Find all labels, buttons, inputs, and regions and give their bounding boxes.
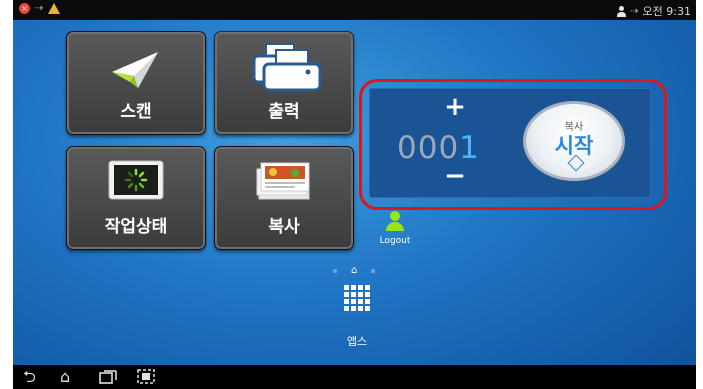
user-icon <box>386 211 404 231</box>
document-stack-icon <box>256 162 310 200</box>
job-status-label: 작업상태 <box>104 217 168 237</box>
printer-icon <box>252 43 322 92</box>
copy-count[interactable]: 0001 <box>397 130 480 166</box>
navigation-bar: ⮌ ⌂ <box>13 365 696 389</box>
print-label: 출력 <box>268 102 300 122</box>
home-icon[interactable]: ⌂ <box>60 369 70 385</box>
copy-panel: + − 0001 복사 시작 <box>369 88 651 198</box>
logout-label: Logout <box>379 236 411 246</box>
apps-label[interactable]: 앱스 <box>339 333 375 349</box>
job-status-tile[interactable]: 작업상태 <box>66 146 206 250</box>
usb-icon: ⇢ <box>35 3 44 14</box>
page-indicator: ⌂ <box>333 266 376 276</box>
apps-grid-icon[interactable] <box>344 285 370 311</box>
scan-label: 스캔 <box>120 102 152 122</box>
copy-tile[interactable]: 복사 <box>214 146 354 250</box>
status-clock: 오전 9:31 <box>642 5 691 18</box>
page-dot[interactable] <box>371 269 376 273</box>
logout-button[interactable]: Logout <box>375 211 415 246</box>
copy-label: 복사 <box>268 217 300 237</box>
plus-button[interactable]: + <box>440 92 470 122</box>
tablet-screen: × ⇢ ⇢ 오전 9:31 스캔 출력 작업상태 복사 + − 0001 복사 … <box>13 0 696 389</box>
count-leading: 000 <box>397 130 460 166</box>
monitor-loading-icon <box>108 160 164 200</box>
count-last: 1 <box>459 130 480 166</box>
back-icon[interactable]: ⮌ <box>23 369 36 385</box>
status-right: ⇢ 오전 9:31 <box>617 3 691 19</box>
status-bar: × ⇢ ⇢ 오전 9:31 <box>13 0 696 20</box>
recent-apps-icon[interactable] <box>99 370 117 387</box>
status-left: × ⇢ <box>19 3 61 14</box>
screenshot-icon[interactable] <box>137 369 155 387</box>
warning-icon <box>48 3 61 14</box>
start-copy-button[interactable]: 복사 시작 <box>523 101 625 181</box>
scan-tile[interactable]: 스캔 <box>66 31 206 135</box>
page-dot[interactable] <box>333 269 337 273</box>
usb-icon: ⇢ <box>630 5 639 17</box>
user-icon <box>617 5 627 17</box>
print-tile[interactable]: 출력 <box>214 31 354 135</box>
home-page-icon[interactable]: ⌂ <box>351 266 357 276</box>
paper-plane-icon <box>112 52 158 88</box>
error-icon: × <box>19 3 30 14</box>
